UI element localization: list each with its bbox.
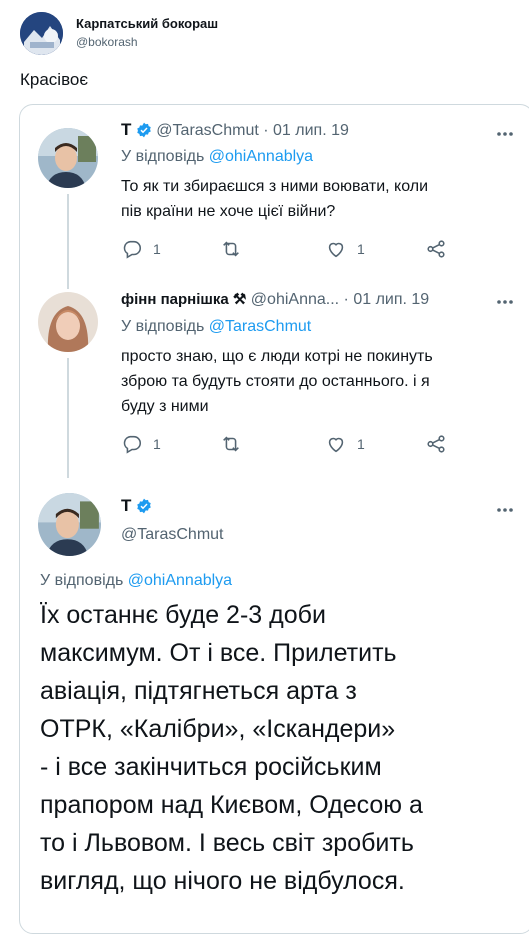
reply-button[interactable]: 1 (121, 238, 161, 260)
tweet-text-line: просто знаю, що є люди котрі не покинуть (121, 348, 433, 365)
tweet-date[interactable]: · 01 лип. 19 (263, 122, 349, 139)
like-button[interactable]: 1 (325, 238, 365, 260)
tweet-text-line: пів країни не хоче цієї війни? (121, 203, 336, 220)
thread-connector (67, 194, 69, 289)
heart-icon (328, 437, 344, 453)
reply-prefix: У відповідь (40, 572, 124, 589)
tweet-text: Їх останнє буде 2-3 доби максимум. От і … (40, 596, 423, 900)
tweet-text: просто знаю, що є люди котрі не покинуть… (121, 344, 433, 419)
tweet-text-line: максимум. От і все. Прилетить (40, 639, 397, 667)
tweet-text-line: ОТРК, «Калібри», «Іскандери» (40, 715, 396, 743)
tweet-text-line: буду з ними (121, 398, 209, 415)
share-button[interactable] (425, 433, 447, 455)
tweet-header: фінн парнішка ⚒ @ohiAnna... · 01 лип. 19 (121, 290, 429, 309)
reply-prefix: У відповідь (121, 148, 205, 165)
avatar-image (38, 493, 101, 556)
avatar-image (20, 12, 63, 55)
tweet-header: T @TarasChmut · 01 лип. 19 (121, 120, 349, 143)
author-name[interactable]: Карпатський бокораш (76, 16, 218, 31)
author-name[interactable]: фінн парнішка ⚒ (121, 291, 246, 308)
more-icon[interactable] (495, 124, 515, 144)
avatar-taraschmut[interactable] (38, 493, 101, 556)
verified-badge-icon (136, 122, 152, 143)
retweet-button[interactable] (220, 433, 242, 455)
reply-button[interactable]: 1 (121, 433, 161, 455)
share-button[interactable] (425, 238, 447, 260)
more-icon[interactable] (495, 500, 515, 520)
reply-to-link[interactable]: @ohiAnnablya (128, 572, 232, 589)
reply-context: У відповідь @ohiAnnablya (40, 572, 232, 590)
like-count: 1 (357, 436, 365, 452)
avatar-ohiannablya[interactable] (38, 292, 98, 352)
tweet-text-line: авіація, підтягнеться арта з (40, 677, 357, 705)
tweet-text-line: то і Львовом. І весь світ зробить (40, 829, 414, 857)
author-handle[interactable]: @bokorash (76, 35, 138, 49)
retweet-icon (223, 241, 239, 257)
author-name[interactable]: T (121, 120, 131, 139)
author-handle[interactable]: @ohiAnna... (251, 291, 339, 308)
retweet-icon (223, 436, 239, 452)
reply-count: 1 (153, 241, 161, 257)
avatar-taraschmut[interactable] (38, 128, 98, 188)
share-icon (427, 435, 445, 453)
tweet-text-line: То як ти збираєшся з ними воювати, коли (121, 178, 429, 195)
reply-prefix: У відповідь (121, 318, 205, 335)
tweet-text: То як ти збираєшся з ними воювати, коли … (121, 174, 428, 224)
reply-icon (123, 435, 142, 454)
reply-count: 1 (153, 436, 161, 452)
reply-to-link[interactable]: @TarasChmut (209, 318, 312, 335)
author-handle[interactable]: @TarasChmut (156, 122, 259, 139)
reply-icon (123, 240, 142, 259)
more-icon[interactable] (495, 292, 515, 312)
avatar-image (38, 128, 98, 188)
tweet-text: Красівоє (20, 70, 89, 89)
like-button[interactable]: 1 (325, 433, 365, 455)
like-count: 1 (357, 241, 365, 257)
reply-context: У відповідь @ohiAnnablya (121, 148, 313, 166)
author-name[interactable]: T (121, 496, 131, 515)
tweet-text-line: вигляд, що нічого не відбулося. (40, 867, 405, 895)
heart-icon (328, 242, 344, 258)
tweet-header: T (121, 496, 152, 519)
tweet-text-line: зброю та будуть стояти до останнього. і … (121, 373, 430, 390)
tweet-date[interactable]: · 01 лип. 19 (344, 291, 430, 308)
author-handle[interactable]: @TarasChmut (121, 526, 224, 544)
tweet-text-line: - і все закінчиться російським (40, 753, 382, 781)
share-icon (427, 240, 445, 258)
verified-badge-icon (136, 498, 152, 519)
avatar-image (38, 292, 98, 352)
reply-to-link[interactable]: @ohiAnnablya (209, 148, 313, 165)
tweet-text-line: Їх останнє буде 2-3 доби (40, 601, 326, 629)
thread-connector (67, 358, 69, 478)
reply-context: У відповідь @TarasChmut (121, 318, 311, 336)
avatar-bokorash[interactable] (20, 12, 63, 55)
retweet-button[interactable] (220, 238, 242, 260)
tweet-text-line: прапором над Києвом, Одесою а (40, 791, 423, 819)
